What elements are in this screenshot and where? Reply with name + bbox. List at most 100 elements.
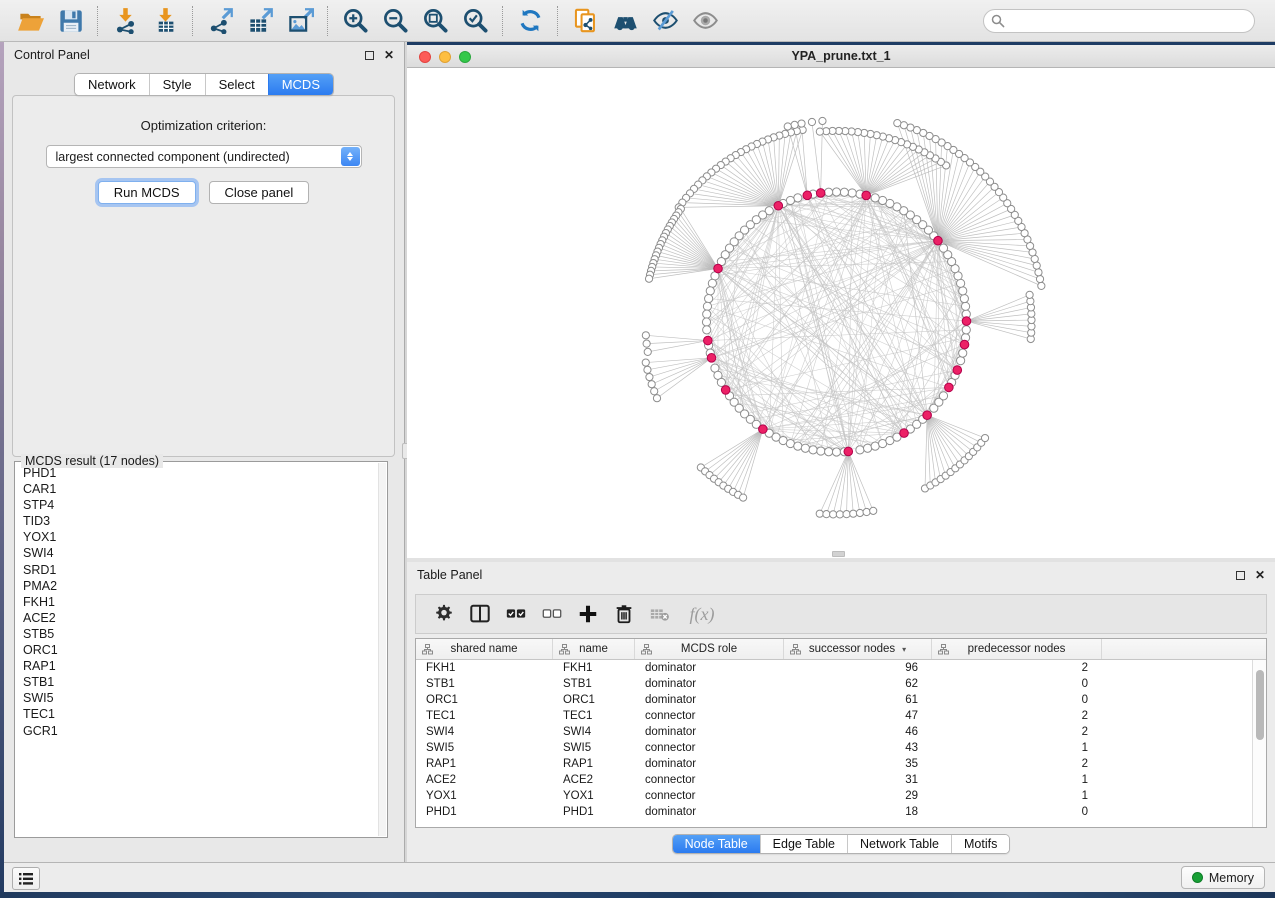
save-session-button[interactable] bbox=[50, 3, 90, 39]
zoom-fit-button[interactable] bbox=[415, 3, 455, 39]
mcds-result-item[interactable]: PMA2 bbox=[23, 578, 378, 594]
mcds-result-list[interactable]: PHD1CAR1STP4TID3YOX1SWI4SRD1PMA2FKH1ACE2… bbox=[16, 465, 378, 836]
table-row[interactable]: STB1STB1dominator620 bbox=[416, 676, 1266, 692]
table-cell[interactable]: SWI5 bbox=[416, 742, 553, 754]
table-cell[interactable]: FKH1 bbox=[553, 662, 635, 674]
table-cell[interactable]: SWI4 bbox=[553, 726, 635, 738]
table-cell[interactable]: 0 bbox=[932, 806, 1102, 818]
table-cell[interactable]: 0 bbox=[932, 678, 1102, 690]
table-row[interactable]: YOX1YOX1connector291 bbox=[416, 788, 1266, 804]
network-window-titlebar[interactable]: YPA_prune.txt_1 bbox=[407, 45, 1275, 68]
table-cell[interactable]: 31 bbox=[784, 774, 932, 786]
optimization-criterion-select[interactable]: largest connected component (undirected) bbox=[46, 145, 362, 168]
table-cell[interactable]: dominator bbox=[635, 678, 784, 690]
delete-entry-button[interactable] bbox=[606, 598, 642, 630]
table-cell[interactable]: 2 bbox=[932, 710, 1102, 722]
open-file-button[interactable] bbox=[10, 3, 50, 39]
add-entry-button[interactable] bbox=[570, 598, 606, 630]
show-panels-button[interactable] bbox=[685, 3, 725, 39]
tab-select[interactable]: Select bbox=[205, 74, 268, 95]
table-cell[interactable]: 47 bbox=[784, 710, 932, 722]
window-minimize-traffic-light[interactable] bbox=[439, 51, 451, 63]
mcds-result-item[interactable]: STB5 bbox=[23, 626, 378, 642]
mcds-result-item[interactable]: STB1 bbox=[23, 674, 378, 690]
window-close-traffic-light[interactable] bbox=[419, 51, 431, 63]
network-canvas[interactable] bbox=[407, 68, 1275, 558]
table-cell[interactable]: connector bbox=[635, 790, 784, 802]
mcds-result-item[interactable]: ORC1 bbox=[23, 642, 378, 658]
select-all-button[interactable] bbox=[498, 598, 534, 630]
table-cell[interactable]: ORC1 bbox=[416, 694, 553, 706]
table-cell[interactable]: connector bbox=[635, 774, 784, 786]
table-cell[interactable]: dominator bbox=[635, 726, 784, 738]
table-cell[interactable]: 1 bbox=[932, 774, 1102, 786]
mcds-result-item[interactable]: STP4 bbox=[23, 497, 378, 513]
tab-network[interactable]: Network bbox=[75, 74, 149, 95]
export-table-button[interactable] bbox=[240, 3, 280, 39]
column-header-shared-name[interactable]: shared name bbox=[416, 639, 553, 659]
table-row[interactable]: RAP1RAP1dominator352 bbox=[416, 756, 1266, 772]
table-tab-motifs[interactable]: Motifs bbox=[951, 835, 1009, 853]
table-cell[interactable]: TEC1 bbox=[416, 710, 553, 722]
table-cell[interactable]: dominator bbox=[635, 806, 784, 818]
table-cell[interactable]: 2 bbox=[932, 758, 1102, 770]
mcds-result-item[interactable]: PHD1 bbox=[23, 465, 378, 481]
table-row[interactable]: SWI4SWI4dominator462 bbox=[416, 724, 1266, 740]
mcds-result-item[interactable]: GCR1 bbox=[23, 723, 378, 739]
import-network-button[interactable] bbox=[105, 3, 145, 39]
table-row[interactable]: ACE2ACE2connector311 bbox=[416, 772, 1266, 788]
table-cell[interactable]: 61 bbox=[784, 694, 932, 706]
window-zoom-traffic-light[interactable] bbox=[459, 51, 471, 63]
run-mcds-button[interactable]: Run MCDS bbox=[98, 181, 196, 204]
table-cell[interactable]: 35 bbox=[784, 758, 932, 770]
mcds-result-item[interactable]: RAP1 bbox=[23, 658, 378, 674]
table-cell[interactable]: connector bbox=[635, 742, 784, 754]
column-header-MCDS-role[interactable]: MCDS role bbox=[635, 639, 784, 659]
table-cell[interactable]: PHD1 bbox=[553, 806, 635, 818]
table-cell[interactable]: 1 bbox=[932, 790, 1102, 802]
table-cell[interactable]: dominator bbox=[635, 694, 784, 706]
table-cell[interactable]: connector bbox=[635, 710, 784, 722]
column-header-successor-nodes[interactable]: successor nodes▾ bbox=[784, 639, 932, 659]
table-cell[interactable]: 0 bbox=[932, 694, 1102, 706]
float-window-icon[interactable] bbox=[1236, 571, 1245, 580]
table-cell[interactable]: SWI5 bbox=[553, 742, 635, 754]
mcds-result-item[interactable]: ACE2 bbox=[23, 610, 378, 626]
table-scrollbar-thumb[interactable] bbox=[1256, 670, 1264, 740]
float-window-icon[interactable] bbox=[365, 51, 374, 60]
tab-mcds[interactable]: MCDS bbox=[268, 74, 333, 95]
clone-network-button[interactable] bbox=[565, 3, 605, 39]
table-cell[interactable]: 18 bbox=[784, 806, 932, 818]
table-settings-button[interactable] bbox=[426, 598, 462, 630]
table-cell[interactable]: PHD1 bbox=[416, 806, 553, 818]
zoom-in-button[interactable] bbox=[335, 3, 375, 39]
table-cell[interactable]: STB1 bbox=[553, 678, 635, 690]
table-vertical-scrollbar[interactable] bbox=[1252, 660, 1266, 827]
export-network-button[interactable] bbox=[200, 3, 240, 39]
close-panel-icon[interactable]: ✕ bbox=[1255, 569, 1265, 581]
table-cell[interactable]: RAP1 bbox=[553, 758, 635, 770]
toggle-columns-button[interactable] bbox=[462, 598, 498, 630]
table-cell[interactable]: 2 bbox=[932, 726, 1102, 738]
column-header-predecessor-nodes[interactable]: predecessor nodes bbox=[932, 639, 1102, 659]
table-tab-edge-table[interactable]: Edge Table bbox=[760, 835, 847, 853]
table-cell[interactable]: ACE2 bbox=[416, 774, 553, 786]
table-row[interactable]: TEC1TEC1connector472 bbox=[416, 708, 1266, 724]
table-row[interactable]: PHD1PHD1dominator180 bbox=[416, 804, 1266, 820]
zoom-out-button[interactable] bbox=[375, 3, 415, 39]
tab-style[interactable]: Style bbox=[149, 74, 205, 95]
search-network-button[interactable] bbox=[605, 3, 645, 39]
table-cell[interactable]: dominator bbox=[635, 662, 784, 674]
mcds-result-item[interactable]: YOX1 bbox=[23, 529, 378, 545]
mcds-result-item[interactable]: SWI4 bbox=[23, 545, 378, 561]
table-row[interactable]: ORC1ORC1dominator610 bbox=[416, 692, 1266, 708]
table-cell[interactable]: YOX1 bbox=[416, 790, 553, 802]
search-input[interactable] bbox=[983, 9, 1255, 33]
table-cell[interactable]: 96 bbox=[784, 662, 932, 674]
hide-panels-button[interactable] bbox=[645, 3, 685, 39]
zoom-selected-button[interactable] bbox=[455, 3, 495, 39]
table-tab-network-table[interactable]: Network Table bbox=[847, 835, 951, 853]
memory-button[interactable]: Memory bbox=[1181, 866, 1265, 889]
column-header-name[interactable]: name bbox=[553, 639, 635, 659]
table-cell[interactable]: ACE2 bbox=[553, 774, 635, 786]
